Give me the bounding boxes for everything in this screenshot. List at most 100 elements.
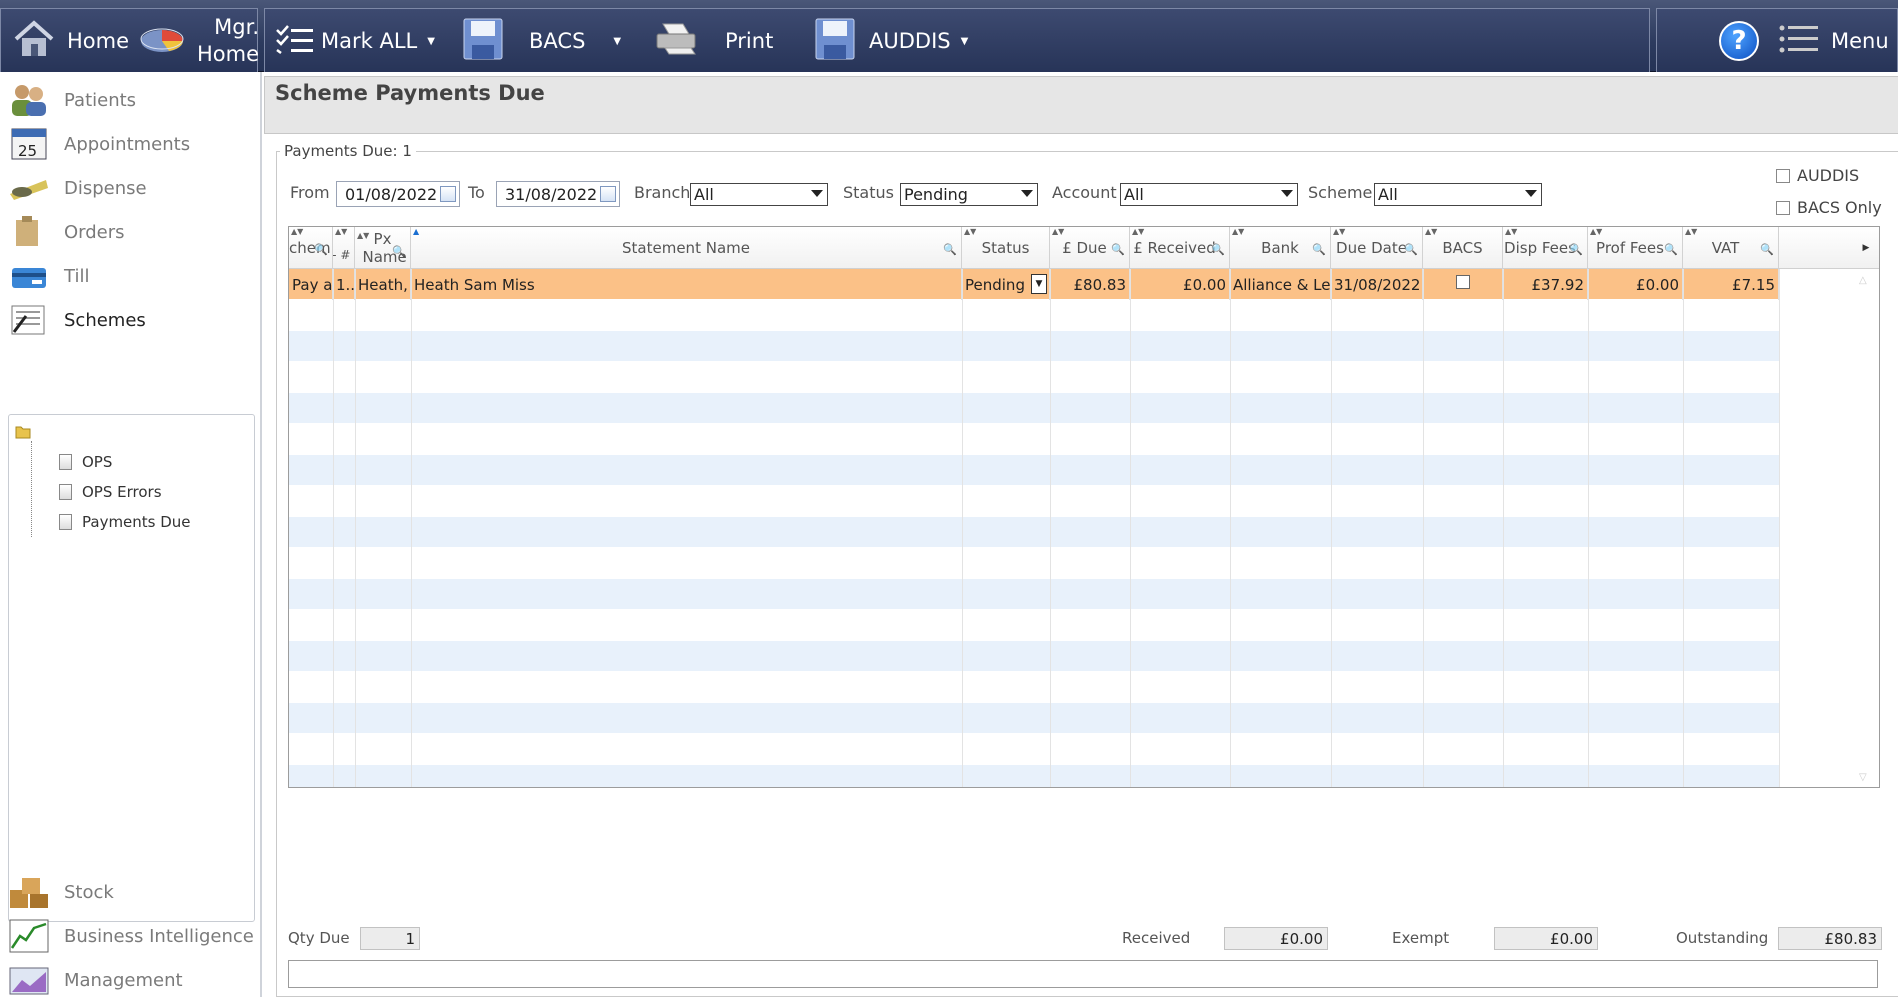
print-label: Print (725, 29, 774, 53)
scheme-select[interactable]: All (1374, 183, 1542, 206)
tree-item-ops-errors[interactable]: OPS Errors (59, 483, 162, 501)
filter-search-icon[interactable]: 🔍 (943, 243, 957, 256)
main-content: Scheme Payments Due Payments Due: 1 From… (264, 72, 1898, 997)
filter-search-icon[interactable]: 🔍 (1111, 243, 1125, 256)
orders-icon (8, 214, 50, 250)
mark-all-button[interactable]: Mark ALL ▼ (275, 9, 435, 73)
sidebar-item-label: Stock (64, 881, 114, 903)
filter-search-icon[interactable]: 🔍 (1760, 243, 1774, 256)
mgr-home-button[interactable]: Mgr. Home (139, 9, 259, 73)
sidebar-item-schemes[interactable]: Schemes (8, 300, 146, 340)
auddis-button[interactable]: AUDDIS ▼ (815, 9, 968, 73)
sidebar-item-stock[interactable]: Stock (8, 872, 114, 912)
scroll-up-icon[interactable]: △ (1859, 275, 1867, 286)
column-header-received[interactable]: ▲▼ £ Received 🔍 (1130, 227, 1230, 269)
column-header-prof-fees[interactable]: ▲▼ Prof Fees 🔍 (1588, 227, 1683, 269)
help-button[interactable]: ? (1719, 9, 1759, 73)
sidebar-item-label: Schemes (64, 309, 146, 331)
sidebar-item-management[interactable]: Management (8, 960, 183, 997)
filter-search-icon[interactable]: 🔍 (392, 243, 406, 261)
table-row[interactable]: Pay a: 1... Heath, S Heath Sam Miss Pend… (289, 269, 1779, 300)
column-header-disp-fees[interactable]: ▲▼ Disp Fees 🔍 (1503, 227, 1588, 269)
filter-search-icon[interactable]: 🔍 (314, 243, 328, 256)
menu-label: Menu (1831, 29, 1889, 53)
sidebar-item-patients[interactable]: Patients (8, 80, 136, 120)
filter-search-icon[interactable]: 🔍 (1312, 243, 1326, 256)
calendar-icon[interactable] (600, 186, 616, 202)
glasses-icon (8, 170, 50, 206)
checkbox-box[interactable] (1776, 200, 1790, 215)
cell-status-dropdown[interactable]: Pending ▼ (962, 269, 1050, 300)
header-label: Status (981, 239, 1030, 257)
tree-item-label: Payments Due (82, 513, 191, 531)
scroll-down-icon[interactable]: ▽ (1859, 772, 1867, 783)
vertical-scrollbar[interactable]: △ ▽ (1851, 269, 1879, 787)
filter-search-icon[interactable]: 🔍 (1404, 243, 1418, 256)
sidebar-item-label: Management (64, 969, 183, 991)
cell-scheme: Pay a: (289, 269, 333, 300)
from-date-value: 01/08/2022 (345, 185, 438, 204)
from-date-input[interactable]: 01/08/2022 (336, 181, 460, 207)
filter-search-icon[interactable]: 🔍 (1211, 243, 1225, 256)
home-group: Home Mgr. Home (0, 8, 259, 73)
sidebar-item-till[interactable]: Till (8, 256, 89, 296)
column-divider (1423, 269, 1424, 787)
sidebar-item-appointments[interactable]: 25 Appointments (8, 124, 190, 164)
cell-disp-fees: £37.92 (1503, 269, 1588, 300)
branch-label: Branch (634, 183, 691, 202)
account-select[interactable]: All (1120, 183, 1298, 206)
sidebar-item-dispense[interactable]: Dispense (8, 168, 147, 208)
column-header-bacs[interactable]: ▲▼ BACS (1423, 227, 1503, 269)
grid-header: ▲▼ chem 🔍 ▲▼̵ # ▲▼ Px Name 🔍 ▲ Statement Name… (289, 227, 1879, 269)
tree-item-ops[interactable]: OPS (59, 453, 112, 471)
header-label: Statement Name (622, 239, 750, 257)
column-header-status[interactable]: ▲▼ Status (962, 227, 1050, 269)
sidebar-item-business-intelligence[interactable]: Business Intelligence (8, 916, 254, 956)
column-header-number[interactable]: ▲▼̵ # (333, 227, 355, 269)
checkbox-box[interactable] (1776, 168, 1790, 183)
home-button[interactable]: Home (13, 9, 129, 73)
column-divider (1683, 269, 1684, 787)
save-disk-icon (463, 18, 503, 65)
column-header-due[interactable]: ▲▼ £ Due 🔍 (1050, 227, 1130, 269)
folder-icon (15, 423, 31, 443)
print-button[interactable]: Print (655, 9, 773, 73)
notes-field[interactable] (288, 960, 1878, 988)
chevron-right-icon: ▶ (1862, 243, 1870, 253)
stock-icon (8, 874, 50, 910)
filter-search-icon[interactable]: 🔍 (1664, 243, 1678, 256)
cell-bank: Alliance & Lei (1230, 269, 1331, 300)
outstanding-total-field: £80.83 (1778, 927, 1882, 950)
filter-search-icon[interactable]: 🔍 (1569, 243, 1583, 256)
column-divider (1588, 269, 1589, 787)
scheme-label: Scheme (1308, 183, 1373, 202)
to-date-value: 31/08/2022 (505, 185, 598, 204)
branch-select[interactable]: All (690, 183, 828, 206)
exempt-total-field: £0.00 (1494, 927, 1598, 950)
calendar-icon[interactable] (440, 186, 456, 202)
qty-due-label: Qty Due (288, 929, 350, 947)
header-label: VAT (1711, 239, 1740, 257)
bacs-checkbox[interactable] (1455, 274, 1470, 289)
menu-button[interactable]: Menu ▼ (1779, 9, 1898, 73)
auddis-checkbox[interactable]: AUDDIS (1776, 166, 1859, 185)
bacs-only-checkbox[interactable]: BACS Only (1776, 198, 1882, 217)
cell-bacs (1423, 269, 1503, 300)
column-header-statement-name[interactable]: ▲ Statement Name 🔍 (411, 227, 962, 269)
sidebar-item-orders[interactable]: Orders (8, 212, 125, 252)
column-header-due-date[interactable]: ▲▼ Due Date 🔍 (1331, 227, 1423, 269)
column-header-vat[interactable]: ▲▼ VAT 🔍 (1683, 227, 1779, 269)
cell-received: £0.00 (1130, 269, 1230, 300)
chevron-down-icon[interactable]: ▼ (1031, 274, 1047, 294)
column-divider (1050, 269, 1051, 787)
to-date-input[interactable]: 31/08/2022 (496, 181, 620, 207)
tree-item-payments-due[interactable]: Payments Due (59, 513, 191, 531)
scroll-right-button[interactable]: ▶ (1851, 227, 1879, 269)
title-bar: Scheme Payments Due (264, 76, 1898, 134)
column-header-scheme[interactable]: ▲▼ chem 🔍 (289, 227, 333, 269)
column-header-px-name[interactable]: ▲▼ Px Name 🔍 (355, 227, 411, 269)
column-header-bank[interactable]: ▲▼ Bank 🔍 (1230, 227, 1331, 269)
bacs-button[interactable]: BACS ▼ (463, 9, 621, 73)
account-value: All (1124, 185, 1144, 204)
status-select[interactable]: Pending (900, 183, 1038, 206)
